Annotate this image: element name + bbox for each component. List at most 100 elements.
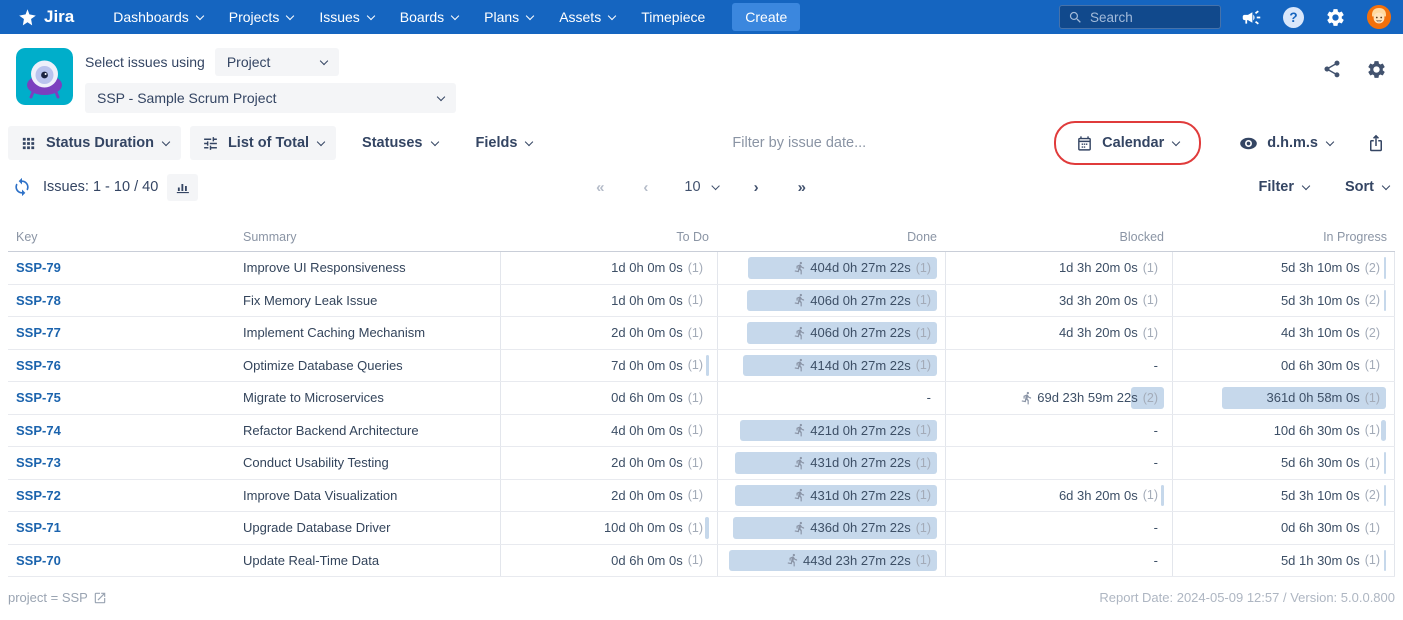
duration-cell-blocked: 69d 23h 59m 22s (2) [945, 382, 1172, 414]
duration-cell-inprogress: 5d 6h 30m 0s (1) [1172, 447, 1395, 479]
nav-gear-icon[interactable] [1325, 7, 1346, 28]
duration-cell-inprogress: 5d 3h 10m 0s (2) [1172, 252, 1395, 284]
duration-cell-todo: 1d 0h 0m 0s (1) [500, 284, 717, 316]
pagination: « ‹ 10 › » [577, 177, 826, 198]
duration-text: 1d 3h 20m 0s (1) [1058, 260, 1158, 276]
key-cell: SSP-79 [8, 252, 235, 284]
chevron-down-icon [711, 181, 720, 190]
duration-cell-done: 436d 0h 27m 22s (1) [717, 512, 945, 544]
issue-summary: Fix Memory Leak Issue [243, 292, 378, 308]
chevron-down-icon [607, 11, 617, 20]
statuses-dropdown[interactable]: Statuses [350, 126, 449, 160]
duration-text: 2d 0h 0m 0s (1) [611, 455, 703, 471]
issue-key-link[interactable]: SSP-70 [16, 553, 61, 568]
duration-cell-blocked: - [945, 512, 1172, 544]
issue-key-link[interactable]: SSP-76 [16, 358, 61, 373]
status-count: (1) [687, 488, 703, 503]
duration-cell-inprogress: 5d 3h 10m 0s (2) [1172, 479, 1395, 511]
table-row: SSP-71 Upgrade Database Driver 10d 0h 0m 0… [8, 512, 1395, 545]
chart-view-button[interactable] [167, 173, 199, 201]
help-icon[interactable]: ? [1283, 6, 1304, 28]
pagination-next-button[interactable]: › [735, 177, 779, 198]
status-count: (1) [915, 423, 931, 438]
duration-text: 4d 3h 10m 0s (2) [1280, 325, 1380, 341]
report-type-dropdown[interactable]: Status Duration [8, 126, 181, 160]
share-icon[interactable] [1322, 59, 1342, 79]
duration-text: 5d 6h 30m 0s (1) [1280, 455, 1380, 471]
duration-text: 436d 0h 27m 22s (1) [793, 520, 937, 535]
issue-key-link[interactable]: SSP-79 [16, 260, 61, 275]
pagination-last-button[interactable]: » [779, 177, 826, 198]
settings-gear-icon[interactable] [1366, 59, 1387, 80]
nav-item-timepiece[interactable]: Timepiece [628, 0, 718, 34]
issue-source-dropdown[interactable]: Project [214, 48, 339, 76]
empty-duration: - [1153, 552, 1158, 568]
calendar-label: Calendar [1102, 135, 1165, 151]
chevron-down-icon [1301, 181, 1311, 190]
duration-cell-inprogress: 10d 6h 30m 0s (1) [1172, 414, 1395, 446]
jira-logo[interactable]: Jira [18, 7, 74, 27]
list-mode-dropdown[interactable]: List of Total [189, 126, 337, 160]
issue-key-link[interactable]: SSP-75 [16, 390, 61, 405]
pagination-first-button[interactable]: « [577, 177, 624, 198]
duration-cell-inprogress: 0d 6h 30m 0s (1) [1172, 512, 1395, 544]
refresh-icon[interactable] [12, 177, 32, 197]
nav-item-assets[interactable]: Assets [546, 0, 628, 34]
key-cell: SSP-74 [8, 415, 235, 447]
sort-dropdown[interactable]: Sort [1345, 179, 1391, 195]
duration-cell-todo: 2d 0h 0m 0s (1) [500, 317, 717, 349]
duration-text: 5d 1h 30m 0s (1) [1280, 552, 1380, 568]
export-button[interactable] [1363, 130, 1389, 156]
calendar-dropdown[interactable]: Calendar [1064, 126, 1191, 160]
duration-cell-blocked: - [945, 349, 1172, 381]
issue-summary: Migrate to Microservices [243, 390, 384, 406]
duration-text: 7d 0h 0m 0s (1) [611, 357, 703, 373]
search-input[interactable]: Search [1059, 5, 1221, 29]
summary-cell: Improve UI Responsiveness [235, 252, 500, 284]
issue-key-link[interactable]: SSP-78 [16, 293, 61, 308]
chevron-down-icon [366, 11, 376, 20]
page-size-dropdown[interactable]: 10 [668, 177, 734, 197]
issue-key-link[interactable]: SSP-72 [16, 488, 61, 503]
avatar[interactable] [1367, 5, 1391, 29]
empty-duration: - [1153, 520, 1158, 536]
megaphone-icon[interactable] [1241, 7, 1262, 28]
duration-text: 5d 3h 10m 0s (2) [1280, 260, 1380, 276]
duration-cell-done: 406d 0h 27m 22s (1) [717, 284, 945, 316]
list-mode-label: List of Total [227, 135, 310, 151]
project-dropdown[interactable]: SSP - Sample Scrum Project [85, 83, 456, 113]
sliders-icon [202, 135, 219, 152]
issue-key-link[interactable]: SSP-71 [16, 520, 61, 535]
status-count: (1) [915, 358, 931, 373]
runner-icon [793, 488, 807, 502]
table-row: SSP-72 Improve Data Visualization 2d 0h 0m… [8, 479, 1395, 512]
duration-text: 361d 0h 58m 0s (1) [1266, 390, 1380, 406]
nav-item-projects[interactable]: Projects [216, 0, 307, 34]
nav-item-label: Timepiece [641, 9, 706, 25]
issue-key-link[interactable]: SSP-73 [16, 455, 61, 470]
pagination-prev-button[interactable]: ‹ [624, 177, 668, 198]
duration-cell-blocked: 1d 3h 20m 0s (1) [945, 252, 1172, 284]
report-footer: project = SSP Report Date: 2024-05-09 12… [0, 577, 1403, 605]
issue-date-filter-input[interactable]: Filter by issue date... [544, 135, 1054, 151]
nav-item-boards[interactable]: Boards [387, 0, 471, 34]
nav-item-plans[interactable]: Plans [471, 0, 546, 34]
nav-item-issues[interactable]: Issues [306, 0, 386, 34]
fields-dropdown[interactable]: Fields [464, 126, 545, 160]
duration-cell-todo: 7d 0h 0m 0s (1) [500, 349, 717, 381]
duration-text: 0d 6h 30m 0s (1) [1280, 357, 1380, 373]
chevron-down-icon [430, 137, 439, 146]
create-button[interactable]: Create [732, 3, 801, 31]
external-link-icon[interactable] [93, 591, 107, 605]
issue-key-link[interactable]: SSP-74 [16, 423, 61, 438]
status-count: (1) [687, 358, 703, 373]
nav-item-dashboards[interactable]: Dashboards [100, 0, 216, 34]
duration-text: 10d 6h 30m 0s (1) [1273, 422, 1380, 438]
issue-key-link[interactable]: SSP-77 [16, 325, 61, 340]
chevron-down-icon [316, 137, 326, 146]
summary-cell: Optimize Database Queries [235, 350, 500, 382]
time-units-dropdown[interactable]: d.h.m.s [1227, 126, 1345, 160]
avatar-face-icon [1367, 5, 1391, 29]
duration-text: 69d 23h 59m 22s (2) [1020, 390, 1164, 405]
filter-dropdown[interactable]: Filter [1259, 179, 1311, 195]
